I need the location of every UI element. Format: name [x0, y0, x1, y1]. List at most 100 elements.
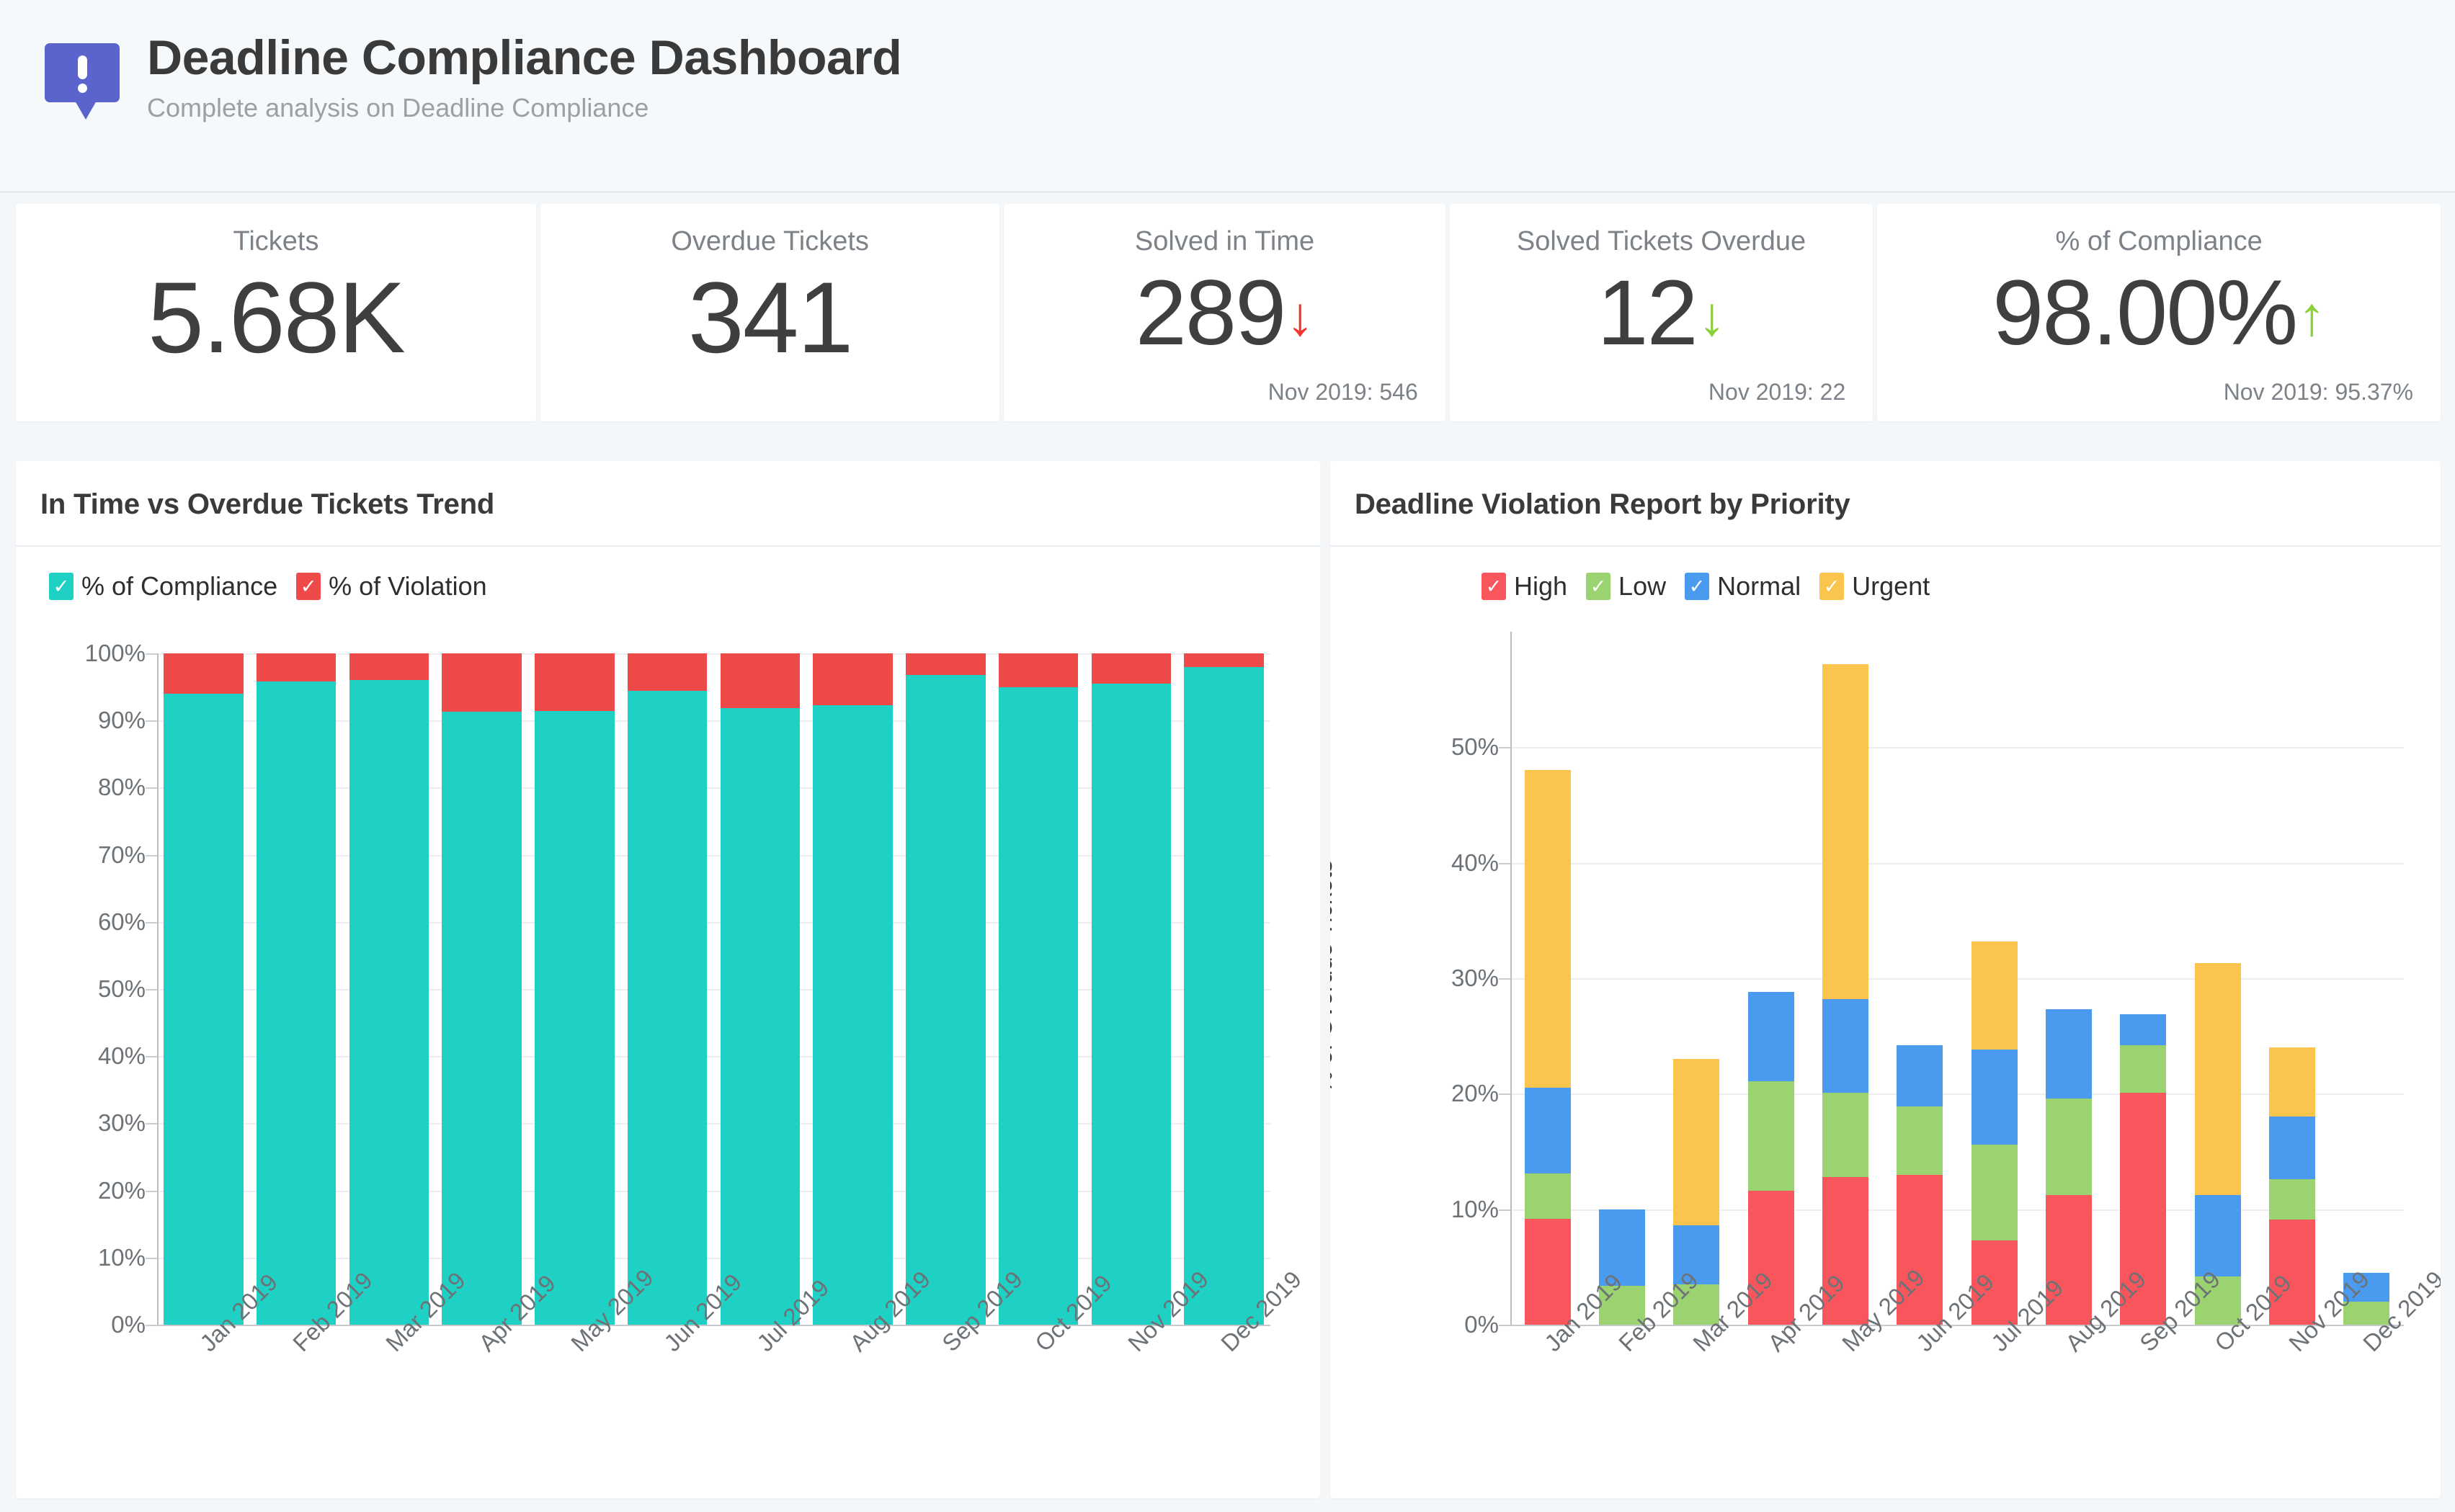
bar-column[interactable]: [349, 653, 429, 1325]
bar-column[interactable]: [720, 653, 801, 1325]
bar-column[interactable]: [627, 653, 708, 1325]
y-axis-tick-mark: [146, 921, 157, 923]
kpi-card-tickets[interactable]: Tickets 5.68K: [16, 204, 536, 421]
legend-item-low[interactable]: ✓ Low: [1586, 571, 1666, 601]
bar-column[interactable]: [1822, 663, 1869, 1325]
y-axis-tick-mark: [146, 787, 157, 789]
kpi-label: % of Compliance: [2055, 226, 2263, 256]
kpi-value-row: 12 ↓: [1597, 261, 1725, 364]
bar-segment-urgent[interactable]: [1971, 941, 2018, 1050]
bar-segment-of-compliance[interactable]: [998, 686, 1079, 1325]
bar-segment-low[interactable]: [1822, 1092, 1869, 1177]
bar-column[interactable]: [906, 653, 986, 1325]
legend-item-high[interactable]: ✓ High: [1482, 571, 1567, 601]
legend-item-urgent[interactable]: ✓ Urgent: [1819, 571, 1930, 601]
bar-segment-of-compliance[interactable]: [627, 691, 708, 1325]
bar-segment-urgent[interactable]: [1673, 1059, 1720, 1226]
y-axis-title: % of Overdue Tickets: [1330, 859, 1338, 1093]
bar-segment-high[interactable]: [1524, 1218, 1571, 1325]
bar-segment-low[interactable]: [1897, 1106, 1943, 1175]
bar-segment-low[interactable]: [1747, 1081, 1794, 1191]
bar-segment-of-violation[interactable]: [1184, 653, 1264, 667]
bar-segment-of-violation[interactable]: [720, 653, 801, 709]
bar-segment-low[interactable]: [2268, 1179, 2316, 1220]
kpi-card-overdue-tickets[interactable]: Overdue Tickets 341: [540, 204, 1000, 421]
bar-segment-low[interactable]: [1971, 1144, 2018, 1240]
bar-column[interactable]: [1971, 941, 2018, 1325]
bar-segment-normal[interactable]: [2194, 1195, 2241, 1276]
bar-segment-of-compliance[interactable]: [1184, 666, 1264, 1325]
bar-segment-of-compliance[interactable]: [813, 704, 893, 1325]
chart-canvas-left[interactable]: Percentage0%10%20%30%40%50%60%70%80%90%1…: [16, 601, 1320, 1451]
bar-segment-normal[interactable]: [1897, 1045, 1943, 1106]
legend-right: ✓ High ✓ Low ✓ Normal ✓ Urgent: [1330, 547, 2441, 601]
bar-segment-urgent[interactable]: [1524, 770, 1571, 1088]
bar-segment-of-violation[interactable]: [442, 653, 522, 712]
checkbox-checked-icon[interactable]: ✓: [1819, 573, 1845, 600]
bar-segment-of-violation[interactable]: [535, 653, 615, 712]
bar-segment-normal[interactable]: [2045, 1009, 2093, 1099]
bar-segment-low[interactable]: [2045, 1098, 2093, 1196]
bar-segment-of-violation[interactable]: [906, 653, 986, 675]
bar-segment-low[interactable]: [1524, 1173, 1571, 1219]
checkbox-checked-icon[interactable]: ✓: [1685, 573, 1710, 600]
y-axis-tick-label: 50%: [97, 975, 146, 1002]
bar-segment-of-compliance[interactable]: [164, 693, 244, 1325]
bar-column[interactable]: [164, 653, 244, 1325]
y-axis-tick-mark: [146, 1056, 157, 1058]
checkbox-checked-icon[interactable]: ✓: [1586, 573, 1611, 600]
bar-column[interactable]: [813, 653, 893, 1325]
bar-segment-of-compliance[interactable]: [535, 711, 615, 1325]
bar-segment-normal[interactable]: [1747, 992, 1794, 1081]
legend-item-normal[interactable]: ✓ Normal: [1685, 571, 1801, 601]
bar-segment-of-compliance[interactable]: [906, 674, 986, 1325]
bar-segment-of-violation[interactable]: [164, 653, 244, 694]
chart-canvas-right[interactable]: % of Overdue Tickets0%10%20%30%40%50%Jan…: [1330, 601, 2441, 1451]
bar-segment-low[interactable]: [2120, 1045, 2167, 1093]
bar-segment-normal[interactable]: [1971, 1050, 2018, 1145]
y-axis-tick-label: 40%: [1451, 849, 1499, 876]
kpi-card-solved-in-time[interactable]: Solved in Time 289 ↓ Nov 2019: 546: [1004, 204, 1445, 421]
legend-item-violation[interactable]: ✓ % of Violation: [296, 571, 487, 601]
y-axis-tick-mark: [1499, 862, 1510, 864]
kpi-card-compliance-percent[interactable]: % of Compliance 98.00% ↑ Nov 2019: 95.37…: [1877, 204, 2441, 421]
bar-segment-of-compliance[interactable]: [349, 680, 429, 1325]
bar-column[interactable]: [1184, 653, 1264, 1325]
kpi-value-row: 289 ↓: [1136, 261, 1314, 364]
checkbox-checked-icon[interactable]: ✓: [1482, 573, 1506, 600]
bar-segment-urgent[interactable]: [2268, 1047, 2316, 1117]
bar-segment-urgent[interactable]: [1822, 663, 1869, 999]
charts-row: In Time vs Overdue Tickets Trend ✓ % of …: [16, 461, 2441, 1498]
bar-column[interactable]: [535, 653, 615, 1325]
y-axis-tick-mark: [146, 1257, 157, 1259]
kpi-card-solved-tickets-overdue[interactable]: Solved Tickets Overdue 12 ↓ Nov 2019: 22: [1449, 204, 1873, 421]
bar-segment-of-violation[interactable]: [349, 653, 429, 681]
checkbox-checked-icon[interactable]: ✓: [49, 573, 73, 600]
bar-column[interactable]: [1524, 770, 1571, 1325]
bar-segment-of-compliance[interactable]: [720, 708, 801, 1325]
bar-segment-of-compliance[interactable]: [1091, 683, 1172, 1325]
bar-segment-of-violation[interactable]: [813, 653, 893, 705]
bar-segment-urgent[interactable]: [2194, 963, 2241, 1196]
bar-segment-of-violation[interactable]: [256, 653, 337, 682]
panel-in-time-vs-overdue: In Time vs Overdue Tickets Trend ✓ % of …: [16, 461, 1320, 1498]
bar-column[interactable]: [256, 653, 337, 1325]
bar-segment-of-compliance[interactable]: [442, 712, 522, 1325]
bar-segment-of-compliance[interactable]: [256, 681, 337, 1325]
bar-segment-of-violation[interactable]: [627, 653, 708, 692]
kpi-value: 289: [1135, 261, 1287, 364]
bar-segment-of-violation[interactable]: [1091, 653, 1172, 684]
bar-segment-of-violation[interactable]: [998, 653, 1079, 687]
bar-segment-normal[interactable]: [1822, 998, 1869, 1093]
legend-item-compliance[interactable]: ✓ % of Compliance: [49, 571, 277, 601]
exclamation-bar: [78, 55, 87, 79]
kpi-value-row: 98.00% ↑: [1992, 261, 2325, 364]
bar-column[interactable]: [998, 653, 1079, 1325]
bar-segment-normal[interactable]: [1524, 1088, 1571, 1173]
bar-column[interactable]: [1091, 653, 1172, 1325]
kpi-label: Solved Tickets Overdue: [1516, 226, 1806, 256]
checkbox-checked-icon[interactable]: ✓: [296, 573, 321, 600]
bar-column[interactable]: [442, 653, 522, 1325]
bar-segment-normal[interactable]: [2268, 1117, 2316, 1179]
bar-segment-normal[interactable]: [2120, 1014, 2167, 1045]
